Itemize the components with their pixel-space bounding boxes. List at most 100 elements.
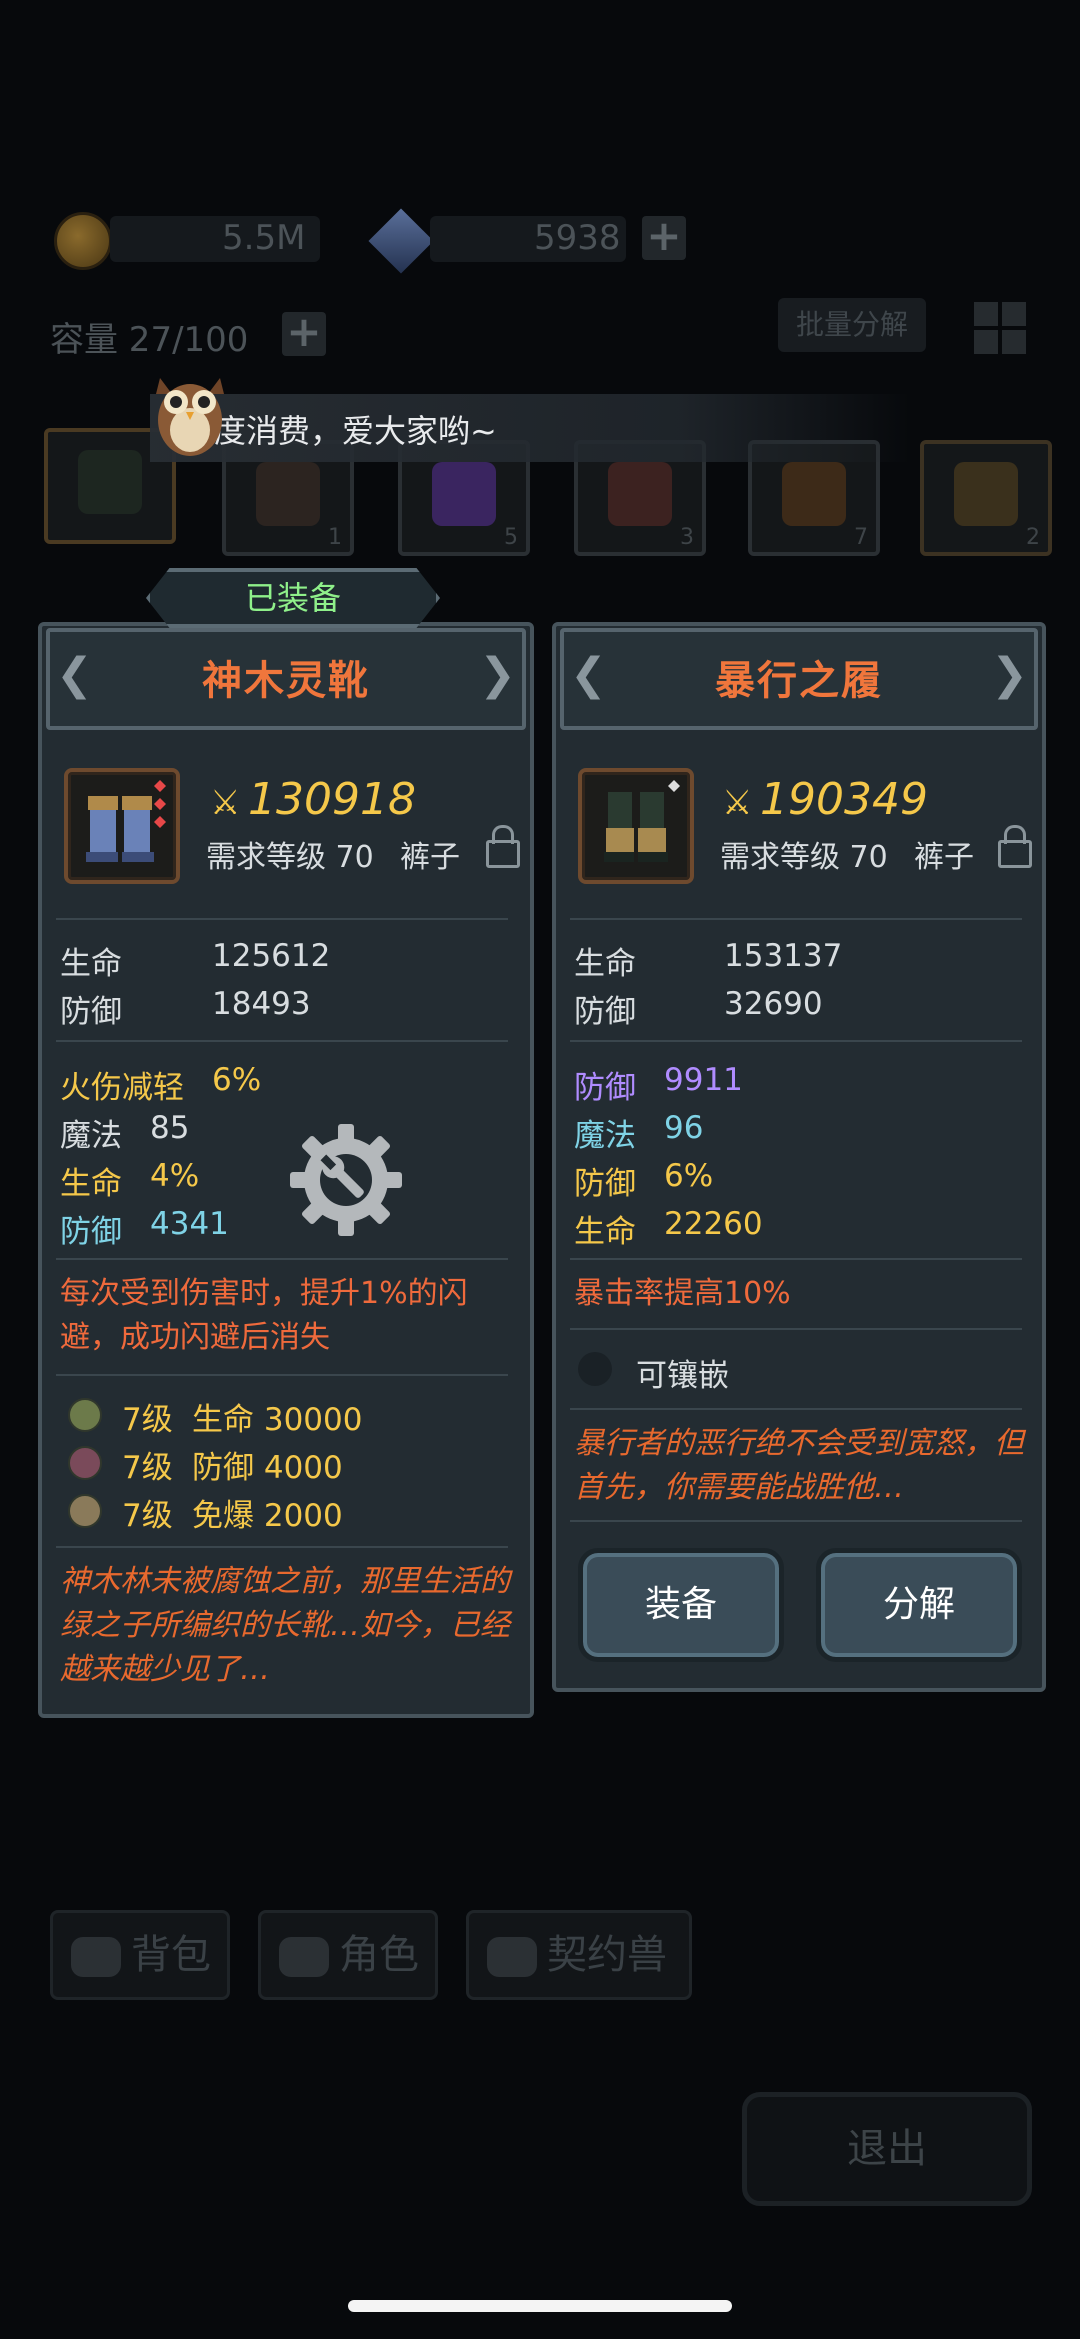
- score-value: 130918: [248, 774, 416, 825]
- slot-count: 1: [328, 525, 342, 550]
- extra-stat-label: 魔法: [60, 1118, 122, 1154]
- item-icon: [578, 768, 694, 884]
- item-type: 裤子: [400, 840, 460, 875]
- settings-icon[interactable]: [288, 1122, 404, 1238]
- extra-stat-label: 魔法: [574, 1118, 636, 1154]
- lotus-icon: [954, 462, 1018, 526]
- inventory-slot[interactable]: 2: [920, 440, 1052, 556]
- lock-icon[interactable]: [486, 825, 520, 868]
- mushroom-icon: [256, 462, 320, 526]
- gem-stat: 免爆 2000: [192, 1498, 343, 1534]
- equip-button[interactable]: 装备: [578, 1548, 784, 1662]
- exit-button[interactable]: 退出: [742, 2092, 1032, 2206]
- gem-stat: 防御 4000: [192, 1450, 343, 1486]
- tab-pet[interactable]: 契约兽: [466, 1910, 692, 2000]
- gem-level: 7级: [122, 1498, 173, 1534]
- divider: [570, 1258, 1022, 1260]
- slot-count: 5: [504, 525, 518, 550]
- extra-stat-value: 4341: [150, 1206, 229, 1242]
- tab-label: 角色: [339, 1932, 419, 1978]
- score-value: 190349: [760, 774, 928, 825]
- meat-icon: [608, 462, 672, 526]
- extra-stat-label: 防御: [60, 1214, 122, 1250]
- item-icon: [64, 768, 180, 884]
- extra-stat-value: 4%: [150, 1158, 200, 1194]
- compare-item-name: 暴行之履: [715, 658, 883, 704]
- divider: [56, 918, 508, 920]
- extra-stat-value: 22260: [664, 1206, 763, 1242]
- divider: [570, 1328, 1022, 1330]
- add-crystal-button[interactable]: +: [642, 215, 686, 260]
- bulk-decompose-button[interactable]: 批量分解: [778, 298, 926, 352]
- extra-stat-label: 火伤减轻: [60, 1070, 184, 1106]
- extra-stat-label: 生命: [60, 1166, 122, 1202]
- ornament-icon: ❯: [991, 649, 1028, 700]
- boots-icon: [86, 780, 166, 862]
- special-effect: 暴击率提高10%: [574, 1276, 791, 1311]
- stat-label: 防御: [574, 994, 636, 1030]
- stat-label: 生命: [574, 946, 636, 982]
- gem-icon: [68, 1446, 102, 1480]
- gem-stat: 生命 30000: [192, 1402, 363, 1438]
- tab-label: 契约兽: [547, 1932, 667, 1978]
- socket-label: 可镶嵌: [636, 1358, 729, 1394]
- divider: [56, 1040, 508, 1042]
- stat-value: 153137: [724, 938, 843, 974]
- slot-count: 3: [680, 525, 694, 550]
- tab-label: 背包: [131, 1932, 211, 1978]
- rune-icon: [432, 462, 496, 526]
- extra-stat-value: 85: [150, 1110, 190, 1146]
- score: ⚔ 130918: [210, 774, 416, 825]
- compare-item-header: ❮ 暴行之履 ❯: [560, 628, 1038, 730]
- equipped-item-name: 神木灵靴: [202, 658, 370, 704]
- slot-count: 2: [1026, 525, 1040, 550]
- equipped-item-header: ❮ 神木灵靴 ❯: [46, 628, 526, 730]
- extra-stat-value: 6%: [212, 1062, 262, 1098]
- gem-level: 7级: [122, 1402, 173, 1438]
- sword-icon: ⚔: [722, 783, 753, 823]
- decompose-button[interactable]: 分解: [816, 1548, 1022, 1662]
- gem-level: 7级: [122, 1450, 173, 1486]
- divider: [570, 1408, 1022, 1410]
- ornament-icon: ❯: [479, 649, 516, 700]
- stat-value: 32690: [724, 986, 823, 1022]
- item-lore: 神木林未被腐蚀之前，那里生活的绿之子所编织的长靴…如今，已经越来越少见了…: [60, 1564, 510, 1687]
- slot-count: 7: [854, 525, 868, 550]
- add-capacity-button[interactable]: +: [282, 311, 326, 356]
- paw-icon: [487, 1937, 537, 1977]
- boots-icon: [78, 450, 142, 514]
- tab-character[interactable]: 角色: [258, 1910, 438, 2000]
- divider: [570, 1040, 1022, 1042]
- boots-icon: [604, 780, 680, 862]
- crystal-amount: 5938: [534, 218, 621, 258]
- special-effect: 每次受到伤害时，提升1%的闪避，成功闪避后消失: [60, 1276, 468, 1355]
- divider: [570, 1520, 1022, 1522]
- gem-icon: [68, 1494, 102, 1528]
- divider: [56, 1374, 508, 1376]
- tab-backpack[interactable]: 背包: [50, 1910, 230, 2000]
- flame-icon: [782, 462, 846, 526]
- lock-icon[interactable]: [998, 825, 1032, 868]
- extra-stat-value: 96: [664, 1110, 704, 1146]
- score: ⚔ 190349: [722, 774, 928, 825]
- backpack-icon: [71, 1937, 121, 1977]
- toast-banner: 度消费，爱大家哟~: [150, 394, 910, 462]
- item-type: 裤子: [914, 840, 974, 875]
- stat-label: 防御: [60, 994, 122, 1030]
- extra-stat-label: 防御: [574, 1070, 636, 1106]
- extra-stat-label: 生命: [574, 1214, 636, 1250]
- character-icon: [279, 1937, 329, 1977]
- extra-stat-label: 防御: [574, 1166, 636, 1202]
- stat-value: 18493: [212, 986, 311, 1022]
- owl-icon: [156, 378, 224, 456]
- extra-stat-value: 6%: [664, 1158, 714, 1194]
- gem-icon: [68, 1398, 102, 1432]
- sword-icon: ⚔: [210, 783, 241, 823]
- equipped-badge: 已装备: [146, 568, 440, 628]
- crystal-icon: [368, 208, 434, 274]
- home-indicator[interactable]: [348, 2300, 732, 2312]
- stat-label: 生命: [60, 946, 122, 982]
- extra-stat-value: 9911: [664, 1062, 743, 1098]
- required-level: 需求等级 70: [720, 840, 888, 875]
- gold-amount: 5.5M: [222, 218, 306, 258]
